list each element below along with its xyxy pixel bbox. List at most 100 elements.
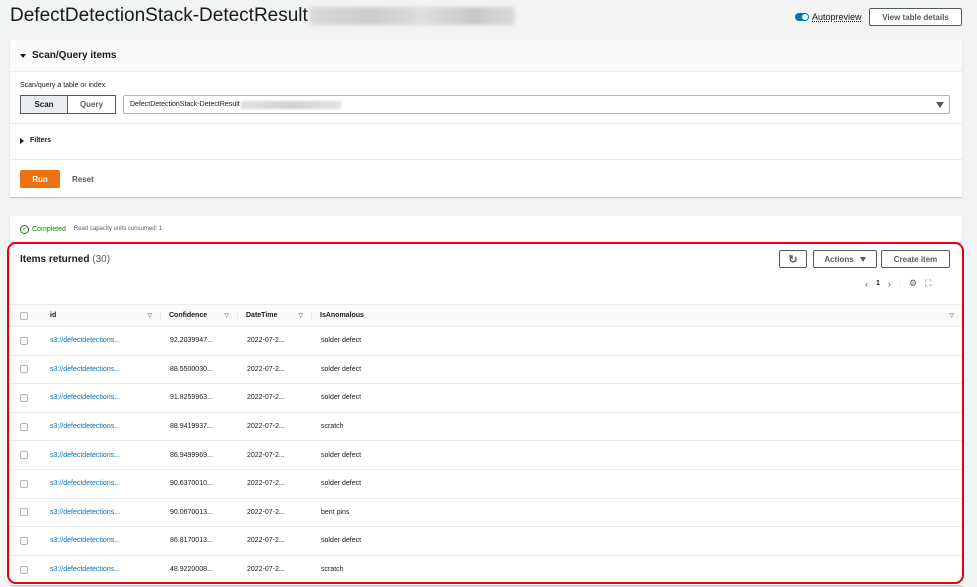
item-id-link[interactable]: s3://defectdetections... — [50, 452, 120, 459]
divider — [10, 159, 962, 160]
row-select-cell — [10, 536, 50, 545]
cell-datetime: 2022-07-2... — [237, 480, 311, 487]
row-select-cell — [10, 451, 50, 460]
datetime-value: 2022-07-2... — [247, 451, 285, 459]
cell-datetime: 2022-07-2... — [237, 366, 311, 373]
column-header-confidence[interactable]: Confidence ▽ — [160, 312, 237, 319]
table-body: s3://defectdetections... 92.2039947... 202… — [10, 327, 962, 585]
cell-datetime: 2022-07-2... — [237, 566, 311, 573]
completed-status: Completed — [32, 225, 66, 233]
row-checkbox[interactable] — [20, 422, 28, 431]
create-item-button[interactable]: Create item — [881, 250, 950, 268]
row-checkbox[interactable] — [20, 565, 28, 574]
column-label: IsAnomalous — [320, 312, 364, 319]
items-title-text: Items returned — [20, 254, 90, 265]
column-label: DateTime — [246, 312, 278, 319]
table-row[interactable]: s3://defectdetections... 88.9419937... 202… — [10, 413, 962, 442]
anomalous-value: solder defect — [321, 394, 362, 402]
scan-query-label: Scan/query a table or index — [20, 82, 106, 89]
refresh-button[interactable]: ↻ — [779, 250, 807, 268]
row-checkbox[interactable] — [20, 365, 28, 374]
actions-button[interactable]: Actions — [813, 250, 877, 268]
row-select-cell — [10, 508, 50, 517]
cell-datetime: 2022-07-2... — [237, 537, 311, 544]
query-button[interactable]: Query — [68, 95, 116, 114]
status-bar: ✓ Completed Read capacity units consumed… — [10, 216, 962, 242]
item-id-link[interactable]: s3://defectdetections... — [50, 366, 120, 373]
item-id-link[interactable]: s3://defectdetections... — [50, 423, 120, 430]
toggle-icon[interactable] — [795, 13, 809, 21]
reset-button[interactable]: Reset — [72, 170, 94, 188]
divider — [10, 123, 962, 124]
pagination: ‹ 1 › | ⚙ ⛶ — [865, 278, 931, 289]
table-row[interactable]: s3://defectdetections... 91.8259963... 202… — [10, 384, 962, 413]
caret-down-icon — [20, 53, 26, 58]
cell-id: s3://defectdetections... — [50, 337, 160, 344]
items-returned-panel: Items returned (30) ↻ Actions Create ite… — [10, 244, 962, 585]
table-row[interactable]: s3://defectdetections... 86.9499969... 202… — [10, 441, 962, 470]
datetime-value: 2022-07-2... — [247, 508, 285, 516]
autopreview-toggle[interactable]: Autopreview — [795, 12, 862, 22]
cell-confidence: 88.9419937... — [160, 423, 237, 430]
row-checkbox[interactable] — [20, 451, 28, 460]
cell-confidence: 90.6370010... — [160, 480, 237, 487]
page-number[interactable]: 1 — [876, 280, 880, 287]
cell-isanomalous: scratch — [311, 566, 962, 573]
confidence-value: 90.0670013... — [170, 508, 213, 516]
item-id-link[interactable]: s3://defectdetections... — [50, 337, 120, 344]
select-all-checkbox[interactable] — [20, 311, 28, 320]
datetime-value: 2022-07-2... — [247, 365, 285, 373]
cell-confidence: 88.5500030... — [160, 366, 237, 373]
item-id-link[interactable]: s3://defectdetections... — [50, 537, 120, 544]
table-row[interactable]: s3://defectdetections... 48.9220008... 202… — [10, 556, 962, 585]
scan-panel-header[interactable]: Scan/Query items — [10, 40, 962, 72]
cell-isanomalous: solder defect — [311, 394, 962, 401]
column-header-id[interactable]: id ▽ — [50, 312, 160, 319]
column-header-isanomalous[interactable]: IsAnomalous ▽ — [311, 312, 962, 319]
column-label: Confidence — [169, 312, 208, 319]
dropdown-arrow-icon[interactable] — [936, 102, 944, 108]
table-row[interactable]: s3://defectdetections... 90.0670013... 202… — [10, 499, 962, 528]
cell-confidence: 91.8259963... — [160, 394, 237, 401]
fullscreen-icon[interactable]: ⛶ — [925, 278, 931, 289]
table-row[interactable]: s3://defectdetections... 86.8170013... 202… — [10, 527, 962, 556]
cell-datetime: 2022-07-2... — [237, 452, 311, 459]
table-row[interactable]: s3://defectdetections... 88.5500030... 202… — [10, 356, 962, 385]
item-id-link[interactable]: s3://defectdetections... — [50, 566, 120, 573]
row-checkbox[interactable] — [20, 536, 28, 545]
filters-expander[interactable]: Filters — [20, 137, 51, 144]
scan-button[interactable]: Scan — [20, 95, 68, 114]
datetime-value: 2022-07-2... — [247, 537, 285, 545]
column-header-datetime[interactable]: DateTime ▽ — [237, 312, 311, 319]
item-id-link[interactable]: s3://defectdetections... — [50, 394, 120, 401]
table-row[interactable]: s3://defectdetections... 92.2039947... 202… — [10, 327, 962, 356]
row-checkbox[interactable] — [20, 508, 28, 517]
scan-query-panel: Scan/Query items Scan/query a table or i… — [10, 40, 962, 197]
anomalous-value: solder defect — [321, 337, 362, 345]
cell-isanomalous: solder defect — [311, 537, 962, 544]
item-id-link[interactable]: s3://defectdetections... — [50, 480, 120, 487]
filter-icon[interactable]: ▽ — [298, 312, 303, 319]
filter-icon[interactable]: ▽ — [147, 312, 152, 319]
row-checkbox[interactable] — [20, 393, 28, 402]
table-select[interactable]: DefectDetectionStack-DetectResult — [123, 95, 950, 114]
cell-confidence: 90.0670013... — [160, 509, 237, 516]
table-row[interactable]: s3://defectdetections... 90.6370010... 202… — [10, 470, 962, 499]
row-checkbox[interactable] — [20, 336, 28, 345]
row-select-cell — [10, 422, 50, 431]
anomalous-value: solder defect — [321, 365, 362, 373]
gear-icon[interactable]: ⚙ — [909, 278, 917, 289]
prev-page-icon[interactable]: ‹ — [865, 279, 868, 289]
filter-icon[interactable]: ▽ — [949, 312, 954, 319]
row-checkbox[interactable] — [20, 479, 28, 488]
filter-icon[interactable]: ▽ — [224, 312, 229, 319]
redacted-table-suffix — [309, 6, 515, 25]
next-page-icon[interactable]: › — [888, 279, 891, 289]
confidence-value: 88.5500030... — [170, 365, 213, 373]
view-table-details-button[interactable]: View table details — [869, 8, 962, 26]
item-id-link[interactable]: s3://defectdetections... — [50, 509, 120, 516]
run-button[interactable]: Run — [20, 170, 60, 188]
table-header: id ▽ Confidence ▽ DateTime ▽ IsAnomalous ▽ — [10, 304, 962, 327]
cell-id: s3://defectdetections... — [50, 366, 160, 373]
cell-isanomalous: solder defect — [311, 337, 962, 344]
